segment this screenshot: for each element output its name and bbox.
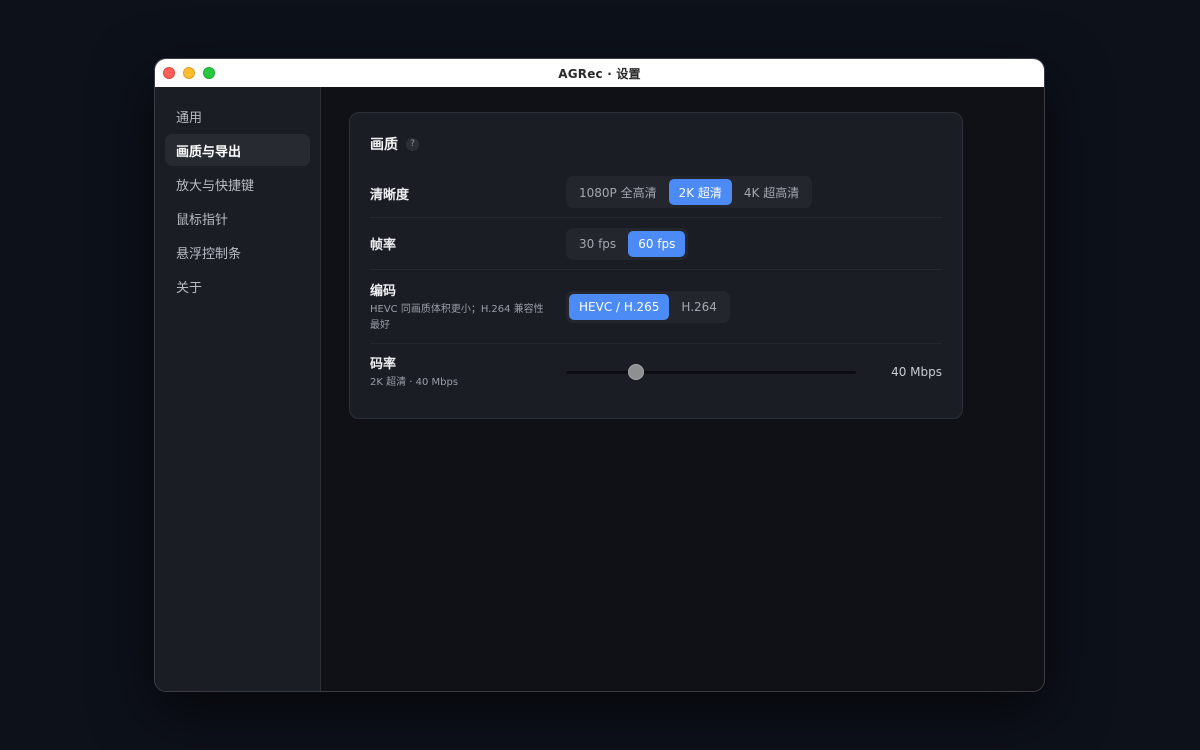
title-bar[interactable]: AGRec · 设置 <box>155 59 1044 87</box>
bitrate-value: 40 Mbps <box>891 365 942 379</box>
window-controls <box>163 67 215 79</box>
question-circle-icon[interactable]: ? <box>406 137 419 151</box>
codec-option-hevc[interactable]: HEVC / H.265 <box>569 293 670 320</box>
sidebar-item-zoom-shortcuts[interactable]: 放大与快捷键 <box>165 168 310 200</box>
bitrate-row: 码率 2K 超清 · 40 Mbps 40 Mbps <box>370 344 942 400</box>
sidebar-item-quality-export[interactable]: 画质与导出 <box>165 134 310 166</box>
card-header: 画质 ? <box>370 113 942 175</box>
zoom-dot-icon[interactable] <box>203 67 215 79</box>
card-title: 画质 <box>370 137 398 153</box>
sidebar-item-about[interactable]: 关于 <box>165 270 310 302</box>
bitrate-label: 码率 <box>370 357 397 372</box>
framerate-segmented-control: 30 fps 60 fps <box>566 227 689 260</box>
desktop: AGRec · 设置 通用 画质与导出 放大与快捷键 鼠标指针 悬浮控制条 关于… <box>0 0 1200 750</box>
framerate-option-60[interactable]: 60 fps <box>628 230 686 257</box>
framerate-label: 帧率 <box>370 238 397 253</box>
sidebar-item-cursor[interactable]: 鼠标指针 <box>165 202 310 234</box>
bitrate-description: 2K 超清 · 40 Mbps <box>370 377 459 388</box>
codec-segmented-control: HEVC / H.265 H.264 <box>566 290 730 323</box>
minimize-dot-icon[interactable] <box>183 67 195 79</box>
settings-window: AGRec · 设置 通用 画质与导出 放大与快捷键 鼠标指针 悬浮控制条 关于… <box>154 58 1045 692</box>
sidebar-item-floating-bar[interactable]: 悬浮控制条 <box>165 236 310 268</box>
codec-label: 编码 <box>370 283 397 299</box>
quality-card: 画质 ? 清晰度 1080P 全高清 2K 超清 4K 超高清 帧率 30 fp… <box>349 112 963 419</box>
resolution-row: 清晰度 1080P 全高清 2K 超清 4K 超高清 <box>370 175 942 218</box>
resolution-option-4k[interactable]: 4K 超高清 <box>734 179 809 205</box>
resolution-label: 清晰度 <box>370 188 410 203</box>
window-title: AGRec · 设置 <box>558 66 641 81</box>
resolution-option-1080p[interactable]: 1080P 全高清 <box>569 179 667 205</box>
bitrate-slider[interactable] <box>566 359 856 385</box>
framerate-option-30[interactable]: 30 fps <box>569 231 626 257</box>
codec-row: 编码 HEVC 同画质体积更小；H.264 兼容性最好 HEVC / H.265… <box>370 270 942 344</box>
main-content: 画质 ? 清晰度 1080P 全高清 2K 超清 4K 超高清 帧率 30 fp… <box>321 87 1044 691</box>
resolution-option-2k[interactable]: 2K 超清 <box>668 179 732 205</box>
slider-track[interactable] <box>566 371 856 374</box>
slider-thumb[interactable] <box>627 364 644 380</box>
sidebar: 通用 画质与导出 放大与快捷键 鼠标指针 悬浮控制条 关于 <box>155 87 321 691</box>
sidebar-item-general[interactable]: 通用 <box>165 100 310 132</box>
framerate-row: 帧率 30 fps 60 fps <box>370 218 942 270</box>
resolution-segmented-control: 1080P 全高清 2K 超清 4K 超高清 <box>566 176 813 208</box>
close-dot-icon[interactable] <box>163 67 175 79</box>
codec-option-h264[interactable]: H.264 <box>671 294 727 320</box>
codec-description: HEVC 同画质体积更小；H.264 兼容性最好 <box>370 303 544 331</box>
